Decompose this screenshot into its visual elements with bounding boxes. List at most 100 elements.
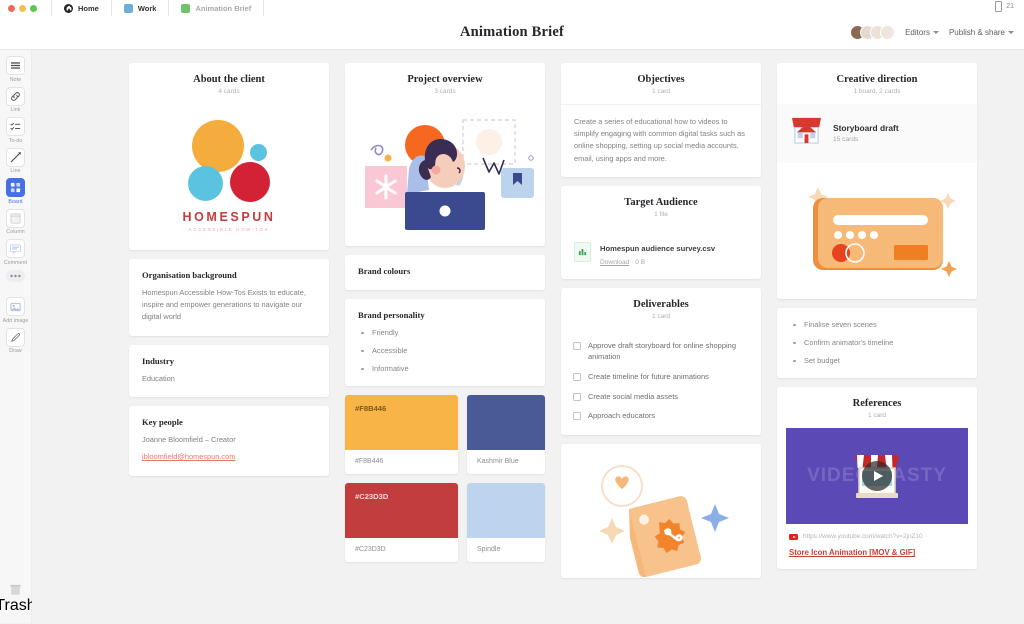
close-window-button[interactable] [8, 4, 15, 12]
swatch-fill [467, 483, 545, 539]
swatch-spindle[interactable]: Spindle [467, 483, 545, 563]
card-sale-tag-image[interactable] [561, 444, 761, 579]
swatch-fill: #F8B446 [345, 395, 458, 451]
editors-dropdown[interactable]: Editors [905, 28, 939, 37]
card-project-overview[interactable]: Project overview 3 cards [345, 63, 545, 246]
video-embed: VIDEO NASTY [777, 428, 977, 525]
checkbox-icon[interactable] [573, 372, 581, 381]
card-subtitle: 3 cards [434, 88, 456, 95]
tool-add-image[interactable]: Add image [3, 297, 29, 324]
card-header: Deliverables 1 card [561, 288, 761, 329]
homespun-logo: HOMESPUN ACCESSIBLE HOW-TOS [129, 104, 329, 250]
checklist-item[interactable]: Approach educators [573, 411, 749, 422]
card-creative-bullets[interactable]: Finalise seven scenes Confirm animator's… [777, 308, 977, 379]
tab-home[interactable]: Home [51, 0, 112, 16]
tool-draw[interactable]: Draw [6, 327, 25, 354]
card-header: About the client 4 cards [129, 63, 329, 104]
card-deliverables[interactable]: Deliverables 1 card Approve draft storyb… [561, 287, 761, 436]
todo-icon [6, 117, 25, 136]
card-brand-personality[interactable]: Brand personality Friendly Accessible In… [345, 299, 545, 387]
contact-email-link[interactable]: jbloomfield@homespun.com [142, 452, 235, 461]
window-controls[interactable] [8, 4, 37, 12]
card-title: Creative direction [836, 74, 918, 85]
tab-work[interactable]: Work [112, 0, 170, 16]
tool-link-label: Link [10, 107, 21, 113]
sale-tag-illustration [561, 444, 761, 578]
logo-circle-yellow [192, 120, 244, 172]
checklist-label: Create social media assets [588, 391, 679, 401]
card-subtitle: 1 card [651, 312, 671, 320]
maximize-window-button[interactable] [30, 4, 37, 12]
card-title: Target Audience [624, 196, 698, 208]
tool-todo[interactable]: To-do [6, 117, 25, 144]
video-link-title[interactable]: Store Icon Animation [MOV & GIF] [789, 548, 965, 557]
video-thumbnail[interactable]: VIDEO NASTY [786, 428, 968, 525]
tool-note[interactable]: Note [6, 56, 25, 83]
checkbox-icon[interactable] [573, 412, 581, 421]
checklist-item[interactable]: Create timeline for future animations [573, 372, 749, 383]
logo-circles [174, 118, 284, 208]
section-brand-personality: Brand personality Friendly Accessible In… [345, 299, 545, 386]
tab-animation-brief-label: Animation Brief [195, 3, 252, 13]
list-item: Accessible [358, 345, 532, 356]
card-objectives[interactable]: Objectives 1 card Create a series of edu… [561, 63, 761, 177]
column-icon [6, 208, 25, 228]
checkbox-icon[interactable] [573, 341, 581, 350]
swatch-kashmir-blue[interactable]: Kashmir Blue [467, 395, 545, 475]
section-key-people: Key people Joanne Bloomfield – Creator j… [129, 406, 329, 476]
tool-column[interactable]: Column [6, 208, 25, 235]
section-organisation-background: Organisation background Homespun Accessi… [129, 259, 329, 336]
card-target-audience[interactable]: Target Audience 1 file Homespun audience… [561, 185, 761, 279]
swatch-fill [467, 395, 545, 451]
checkbox-icon[interactable] [573, 392, 581, 401]
checklist-item[interactable]: Approve draft storyboard for online shop… [573, 341, 749, 363]
swatch-c23d3d[interactable]: #C23D3D #C23D3D [345, 483, 458, 563]
file-attachment-row[interactable]: Homespun audience survey.csv Download · … [561, 227, 761, 279]
board-link-storyboard-draft[interactable]: Storyboard draft 15 cards [777, 104, 977, 163]
tool-todo-label: To-do [8, 137, 23, 144]
titlebar-doc-count: 21 [995, 1, 1014, 12]
brand-personality-list: Friendly Accessible Informative [358, 327, 532, 374]
logo-circle-blue [188, 166, 223, 201]
card-brand-colours[interactable]: Brand colours [345, 255, 545, 290]
window-tabs: Home Work Animation Brief [51, 0, 265, 16]
checklist-label: Create timeline for future animations [588, 371, 709, 381]
brand-tagline: ACCESSIBLE HOW-TOS [188, 227, 270, 232]
publish-share-dropdown[interactable]: Publish & share [949, 28, 1014, 37]
tab-animation-brief[interactable]: Animation Brief [169, 0, 265, 16]
section-heading: Key people [142, 416, 183, 427]
checklist-item[interactable]: Create social media assets [573, 392, 749, 403]
draw-icon [6, 327, 25, 347]
list-item: Informative [358, 363, 532, 374]
tab-work-label: Work [137, 3, 157, 13]
board-canvas[interactable]: About the client 4 cards HOMESPUN ACCESS… [32, 50, 1024, 623]
tool-more[interactable] [6, 269, 25, 284]
link-icon [6, 86, 25, 106]
swatch-name: #F8B446 [355, 458, 384, 466]
swatch-f8b446[interactable]: #F8B446 #F8B446 [345, 395, 458, 475]
tool-add-image-label: Add image [2, 317, 29, 324]
avatar[interactable] [880, 25, 896, 40]
card-about-the-client[interactable]: About the client 4 cards HOMESPUN ACCESS… [129, 63, 329, 250]
tool-link[interactable]: Link [6, 86, 25, 113]
card-header: Target Audience 1 file [561, 186, 761, 227]
card-references[interactable]: References 1 card VIDEO NASTY https://ww… [777, 387, 977, 570]
card-creative-direction[interactable]: Creative direction 1 board, 2 cards Stor… [777, 63, 977, 299]
tool-board[interactable]: Board [6, 178, 25, 205]
card-organisation-background[interactable]: Organisation background Homespun Accessi… [129, 259, 329, 336]
tool-line[interactable]: Line [6, 147, 25, 174]
add-image-icon [5, 297, 25, 316]
collaborator-avatars[interactable] [850, 25, 896, 40]
card-industry[interactable]: Industry Education [129, 344, 329, 397]
card-header: Project overview 3 cards [345, 63, 545, 104]
trash-button[interactable]: Trash [0, 582, 36, 615]
tool-note-label: Note [9, 76, 22, 83]
tool-comment[interactable]: Comment [4, 239, 27, 266]
card-key-people[interactable]: Key people Joanne Bloomfield – Creator j… [129, 405, 329, 477]
tool-column-label: Column [6, 229, 25, 235]
board-columns: About the client 4 cards HOMESPUN ACCESS… [32, 63, 1024, 579]
download-link[interactable]: Download [600, 259, 629, 266]
checklist-label: Approach educators [588, 411, 656, 421]
minimize-window-button[interactable] [19, 4, 26, 12]
card-title: Project overview [407, 74, 483, 85]
